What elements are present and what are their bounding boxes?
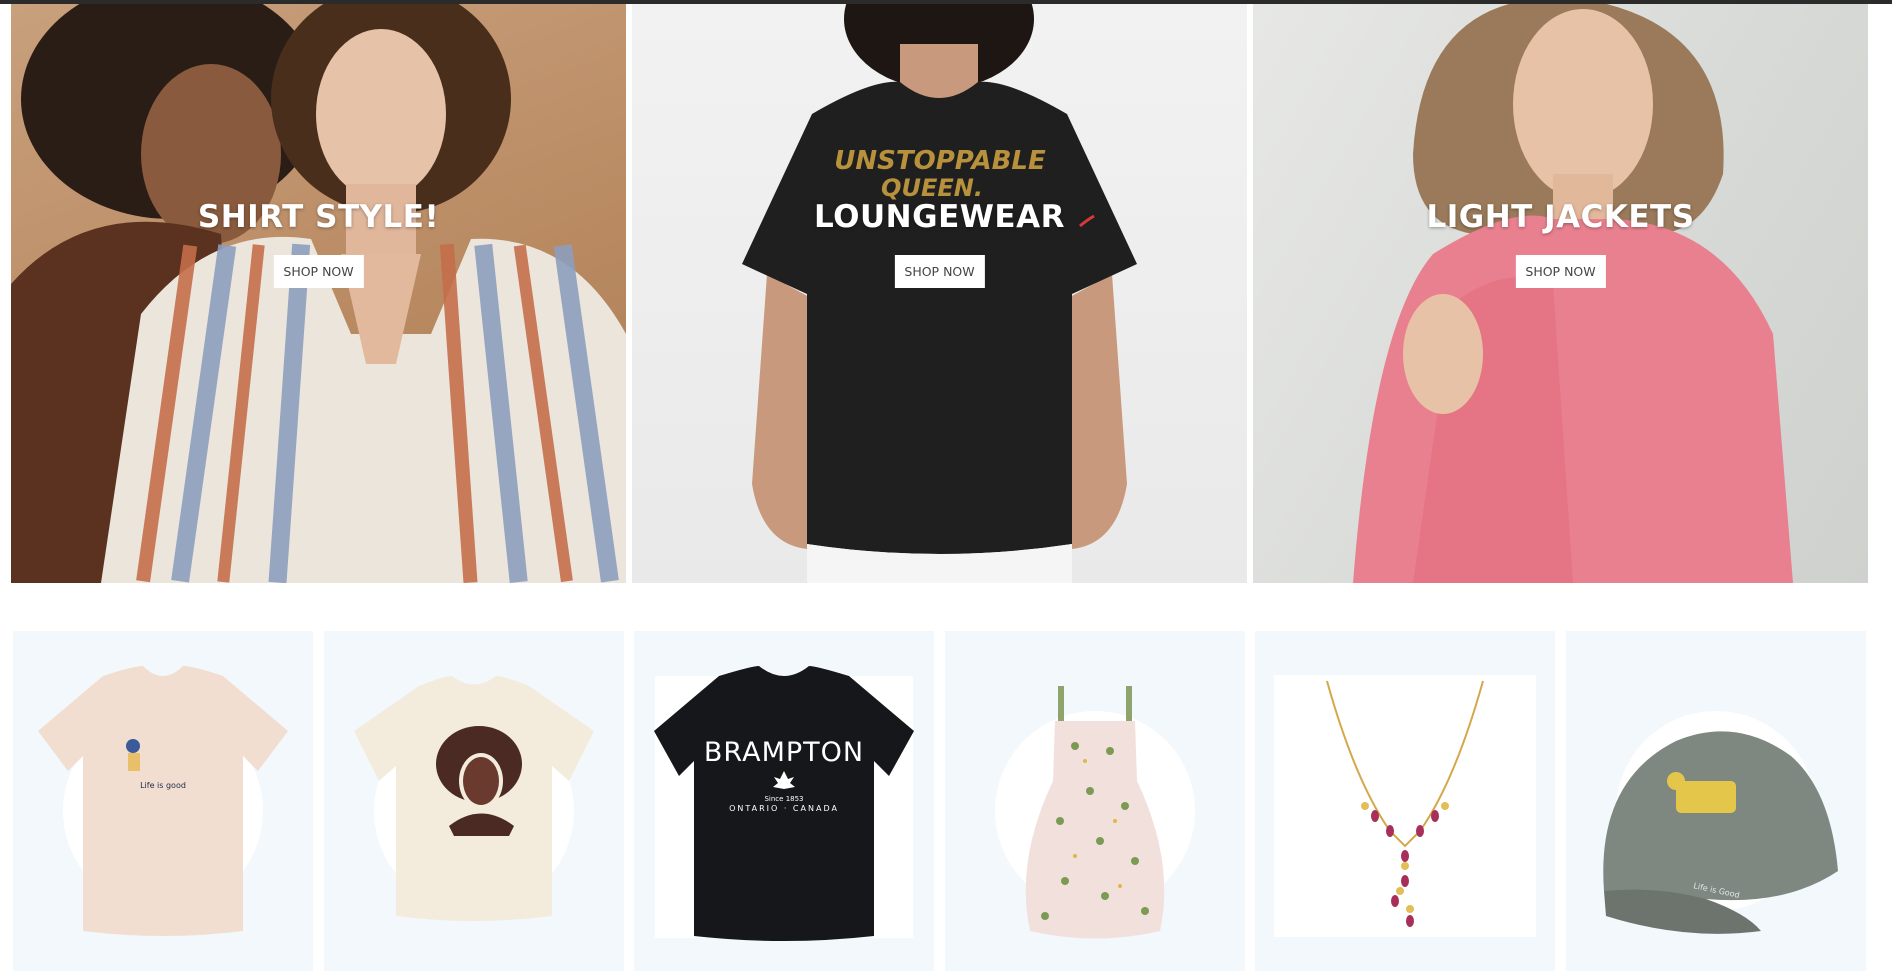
- hero-shirt-style-image: [11, 4, 626, 583]
- product-card-portrait-tee[interactable]: [324, 631, 624, 971]
- tshirt-image: Life is good: [38, 666, 288, 936]
- tee-print-line-2: QUEEN.: [881, 174, 983, 202]
- product-card-life-is-good-tee[interactable]: Life is good: [13, 631, 313, 971]
- hero-title: LOUNGEWEAR: [814, 199, 1065, 235]
- product-card-cap[interactable]: Life is Good: [1566, 631, 1866, 971]
- hero-loungewear-image: UNSTOPPABLE QUEEN.: [742, 4, 1137, 583]
- dress-image: [1025, 686, 1165, 939]
- tee-print-line-1: UNSTOPPABLE: [834, 146, 1046, 176]
- tee-print-subtitle: ONTARIO · CANADA: [729, 804, 839, 813]
- hero-light-jackets[interactable]: LIGHT JACKETS SHOP NOW: [1253, 4, 1868, 583]
- product-card-floral-dress[interactable]: [945, 631, 1245, 971]
- hero-title: SHIRT STYLE!: [197, 199, 440, 235]
- shop-now-button[interactable]: SHOP NOW: [894, 255, 985, 288]
- tee-print-title: BRAMPTON: [704, 737, 864, 768]
- shop-now-button[interactable]: SHOP NOW: [273, 255, 364, 288]
- hero-title: LIGHT JACKETS: [1426, 199, 1695, 235]
- product-card-necklace[interactable]: [1255, 631, 1555, 971]
- hero-light-jackets-image: [1353, 4, 1793, 583]
- tshirt-image: BRAMPTON Since 1853 ONTARIO · CANADA: [654, 666, 914, 941]
- shop-now-button[interactable]: SHOP NOW: [1515, 255, 1606, 288]
- cap-image: Life is Good: [1603, 731, 1838, 934]
- necklace-image: [1326, 680, 1484, 927]
- tee-print-text: Life is good: [140, 781, 186, 790]
- hero-loungewear[interactable]: UNSTOPPABLE QUEEN. LOUNGEWEAR SHOP NOW: [632, 4, 1247, 583]
- hero-shirt-style[interactable]: SHIRT STYLE! SHOP NOW: [11, 4, 626, 583]
- tshirt-image: [354, 676, 594, 921]
- tee-print-since: Since 1853: [764, 795, 803, 803]
- product-card-brampton-tee[interactable]: BRAMPTON Since 1853 ONTARIO · CANADA: [634, 631, 934, 971]
